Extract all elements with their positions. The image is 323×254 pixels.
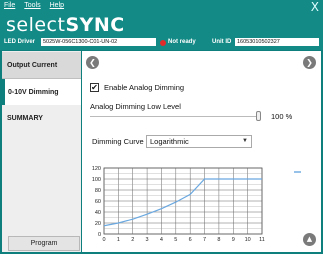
x-tick-label: 0 [102, 237, 105, 243]
status-text: Not ready [168, 39, 196, 45]
back-arrow-icon[interactable]: ❮ [86, 56, 99, 69]
sidebar-item-output-current[interactable]: Output Current [2, 52, 81, 79]
close-window-button[interactable]: X [311, 0, 319, 14]
y-tick-label: 60 [95, 199, 101, 205]
x-tick-label: 10 [245, 237, 251, 243]
enable-analog-dimming-row: ✔ Enable Analog Dimming [90, 82, 184, 92]
x-tick-label: 7 [203, 237, 206, 243]
logo-part-select: select [6, 14, 66, 36]
y-tick-label: 20 [95, 221, 101, 227]
low-level-slider-track[interactable] [90, 116, 260, 117]
y-tick-label: 120 [92, 166, 101, 172]
low-level-label: Analog Dimming Low Level [90, 102, 181, 111]
low-level-value: 100 % [271, 112, 293, 121]
logo-part-sync: SYNC [65, 14, 125, 36]
dimming-curve-label: Dimming Curve [92, 137, 144, 146]
dimming-curve-select[interactable]: Logarithmic ▼ [146, 135, 252, 148]
y-tick-label: 100 [92, 177, 101, 183]
menu-file[interactable]: File [4, 2, 15, 13]
status-indicator-icon [160, 40, 166, 46]
led-driver-field: 5025W-056C1300-C01-UN-02 [41, 38, 156, 46]
forward-arrow-icon[interactable]: ❯ [303, 56, 316, 69]
enable-analog-dimming-checkbox[interactable]: ✔ [90, 82, 99, 92]
x-tick-label: 2 [131, 237, 134, 243]
x-tick-label: 3 [146, 237, 149, 243]
home-up-icon[interactable]: ▲ [303, 233, 316, 246]
y-tick-label: 40 [95, 210, 101, 216]
x-tick-label: 5 [174, 237, 177, 243]
sidebar: Output Current 0-10V Dimming SUMMARY Pro… [2, 51, 81, 252]
menu-tools[interactable]: Tools [24, 2, 40, 13]
low-level-slider-handle[interactable] [256, 111, 261, 121]
x-tick-label: 9 [232, 237, 235, 243]
menu-bar: File Tools Help [4, 2, 64, 13]
x-tick-label: 8 [217, 237, 220, 243]
x-tick-label: 11 [259, 237, 265, 243]
led-driver-label: LED Driver [4, 39, 36, 45]
program-button[interactable]: Program [8, 236, 80, 251]
app-header: File Tools Help X selectSYNC LED Driver … [0, 0, 323, 50]
enable-analog-dimming-label: Enable Analog Dimming [104, 82, 185, 92]
unit-id-label: Unit ID [212, 39, 232, 45]
menu-help[interactable]: Help [50, 2, 64, 13]
x-tick-label: 1 [117, 237, 120, 243]
y-tick-label: 80 [95, 188, 101, 194]
chevron-down-icon: ▼ [242, 138, 248, 144]
unit-id-field: 16053010502327 [235, 38, 319, 46]
main-panel: ❮ ❯ ✔ Enable Analog Dimming Analog Dimmi… [82, 51, 321, 252]
app-logo: selectSYNC [6, 14, 125, 36]
x-tick-label: 4 [160, 237, 163, 243]
dimming-curve-chart: 0 1 2 3 4 5 6 7 8 9 10 11 0 20 40 60 80 100 120 [92, 166, 301, 243]
sidebar-item-summary[interactable]: SUMMARY [2, 105, 81, 132]
dimming-curve-value: Logarithmic [150, 137, 189, 146]
x-tick-label: 6 [189, 237, 192, 243]
sidebar-item-0-10v-dimming[interactable]: 0-10V Dimming [2, 79, 81, 106]
y-tick-label: 0 [98, 232, 101, 238]
